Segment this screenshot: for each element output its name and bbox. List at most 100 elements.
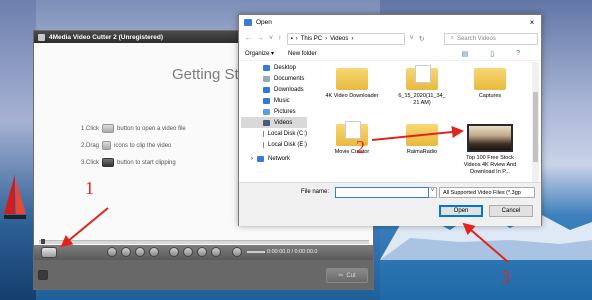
folder-icon: [336, 68, 368, 90]
step-1-number: 1.Click: [81, 125, 100, 132]
app-logo-icon: [38, 33, 45, 41]
clip-marker-icon: [102, 141, 112, 150]
forward-arrow-icon[interactable]: →: [257, 35, 264, 42]
settings-icon[interactable]: [38, 270, 48, 280]
desktop-icon: [263, 64, 270, 71]
list-item[interactable]: Top 100 Free Stock Videos 4K Rview And D…: [463, 124, 517, 176]
nav-label: Local Disk (C:): [267, 130, 307, 137]
dialog-footer: File name: ˅ All Supported Video Files (…: [239, 182, 541, 226]
view-options-icon[interactable]: ▤: [462, 50, 469, 58]
dialog-title-bar: Open ×: [239, 15, 541, 30]
cut-button-label: Cut: [346, 272, 356, 279]
address-row: ← → ˅ ↑ ▪ › This PC › Videos › ˅ ↻ ⌕ Sea…: [239, 30, 541, 47]
sidebar-item-videos[interactable]: Videos: [241, 117, 307, 128]
list-item[interactable]: Captures: [463, 68, 517, 100]
set-start-icon[interactable]: [169, 247, 179, 257]
sidebar-item-network[interactable]: › Network: [241, 153, 307, 164]
file-label: RaimaRadio: [406, 149, 438, 155]
scrollbar[interactable]: [532, 62, 539, 182]
close-icon[interactable]: ×: [523, 18, 541, 27]
new-folder-button[interactable]: New folder: [288, 51, 317, 57]
sailboat-image: [4, 174, 26, 219]
set-end-icon[interactable]: [183, 247, 193, 257]
folder-icon: [406, 65, 438, 90]
search-input[interactable]: ⌕ Search Videos: [443, 32, 538, 45]
file-label: 4K Video Downloader: [325, 93, 379, 99]
search-placeholder: Search Videos: [456, 35, 496, 42]
help-icon[interactable]: ?: [516, 50, 520, 58]
scrollbar-thumb[interactable]: [533, 92, 538, 162]
open-file-button[interactable]: [41, 247, 57, 258]
file-list: 4K Video Downloader 6_15_2020(11_34_ 21 …: [311, 62, 539, 182]
sidebar-item-local-disk-c[interactable]: Local Disk (C:): [241, 128, 307, 139]
list-item[interactable]: 6_15_2020(11_34_ 21 AM): [395, 65, 449, 107]
sidebar-item-desktop[interactable]: Desktop: [241, 62, 307, 73]
sidebar-item-music[interactable]: Music: [241, 95, 307, 106]
stop-icon[interactable]: [121, 247, 131, 257]
navigation-pane: Desktop Documents Downloads Music Pictur…: [241, 62, 307, 179]
sidebar-item-pictures[interactable]: Pictures: [241, 106, 307, 117]
command-bar: Organize ▾ New folder ▤ ▯ ?: [239, 47, 541, 61]
open-file-icon: [102, 124, 115, 133]
file-label: 6_15_2020(11_34_ 21 AM): [398, 93, 446, 106]
file-label: Top 100 Free Stock Videos 4K Rview And D…: [463, 155, 517, 175]
videos-icon: [263, 119, 270, 126]
breadcrumb-this-pc[interactable]: This PC: [301, 36, 322, 42]
step-1: 1.Click button to open a video file: [81, 124, 186, 133]
timeline-slider[interactable]: [39, 239, 369, 244]
goto-start-icon[interactable]: [197, 247, 207, 257]
address-bar[interactable]: ▪ › This PC › Videos ›: [286, 32, 405, 45]
footer-bar: ✂ Cut: [34, 260, 373, 289]
refresh-icon[interactable]: ↻: [419, 35, 425, 43]
downloads-icon: [263, 86, 270, 93]
preview-pane-icon[interactable]: ▯: [490, 50, 494, 58]
breadcrumb-videos[interactable]: Videos: [330, 36, 348, 42]
back-arrow-icon[interactable]: ←: [245, 35, 252, 42]
step-1-text: button to open a video file: [117, 125, 186, 132]
sidebar-item-downloads[interactable]: Downloads: [241, 84, 307, 95]
address-dropdown-icon[interactable]: ˅: [410, 35, 414, 42]
nav-label: Documents: [274, 75, 305, 82]
file-name-input[interactable]: [335, 187, 429, 198]
file-name-dropdown-icon[interactable]: ˅: [429, 187, 437, 198]
nav-label: Downloads: [274, 86, 304, 93]
file-label: Captures: [478, 93, 502, 99]
annotation-number-2: 2: [356, 137, 365, 157]
volume-icon[interactable]: [232, 247, 242, 257]
expand-chevron-icon: ›: [251, 155, 253, 162]
play-icon[interactable]: [107, 247, 117, 257]
cut-button[interactable]: ✂ Cut: [326, 268, 368, 283]
desktop-wallpaper-left: [0, 0, 36, 300]
cancel-button[interactable]: Cancel: [489, 205, 533, 217]
scissors-icon: ✂: [338, 273, 344, 279]
list-item[interactable]: 4K Video Downloader: [325, 68, 379, 100]
next-frame-icon[interactable]: [149, 247, 159, 257]
organize-menu[interactable]: Organize ▾: [245, 50, 274, 57]
time-display: 0:00:00.0 / 0:00:00.0: [267, 249, 318, 255]
breadcrumb-sep-icon: ›: [325, 35, 328, 42]
sidebar-item-local-disk-e[interactable]: Local Disk (E:): [241, 139, 307, 150]
up-arrow-icon[interactable]: ↑: [278, 35, 282, 42]
window-title: 4Media Video Cutter 2 (Unregistered): [49, 33, 164, 41]
folder-icon: [474, 68, 506, 90]
goto-end-icon[interactable]: [211, 247, 221, 257]
file-type-select[interactable]: All Supported Video Files (*.3gp: [439, 187, 535, 198]
sidebar-item-documents[interactable]: Documents: [241, 73, 307, 84]
step-2-text: icons to clip the video: [114, 142, 172, 149]
volume-slider[interactable]: [247, 251, 265, 253]
recent-dropdown-icon[interactable]: ˅: [269, 35, 273, 42]
video-thumbnail: [467, 124, 513, 152]
search-icon: ⌕: [450, 35, 454, 41]
list-item[interactable]: Movie Creator: [325, 121, 379, 156]
drive-icon: [263, 141, 264, 148]
open-button[interactable]: Open: [439, 205, 483, 217]
timeline-knob[interactable]: [41, 239, 45, 244]
annotation-number-1: 1: [85, 178, 94, 198]
prev-frame-icon[interactable]: [135, 247, 145, 257]
file-name-label: File name:: [301, 189, 330, 195]
breadcrumb-sep-icon: ›: [295, 35, 298, 42]
playback-toolbar: 0:00:00.0 / 0:00:00.0: [34, 245, 373, 260]
list-item[interactable]: RaimaRadio: [395, 124, 449, 156]
documents-icon: [263, 75, 270, 82]
network-icon: [257, 155, 264, 162]
